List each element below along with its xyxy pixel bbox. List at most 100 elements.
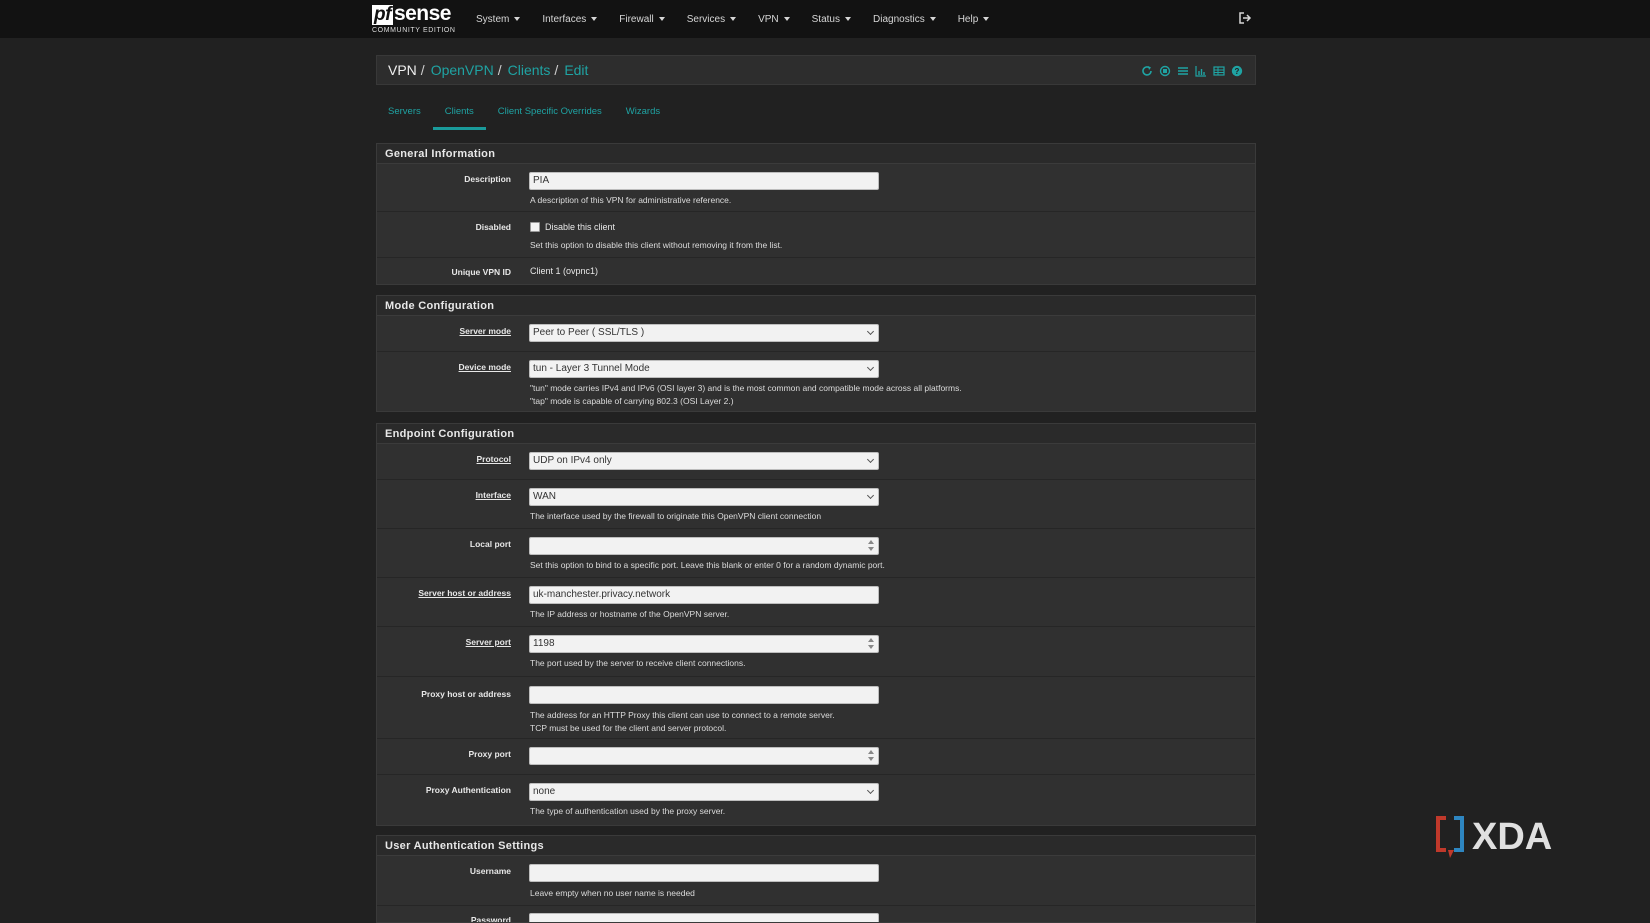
server-port-label[interactable]: Server port xyxy=(466,637,511,647)
device-mode-value: tun - Layer 3 Tunnel Mode xyxy=(533,363,650,374)
server-host-value: uk-manchester.privacy.network xyxy=(533,589,671,600)
menu-label: Services xyxy=(686,13,726,25)
disabled-row: Disabled Disable this client Set this op… xyxy=(377,212,1255,258)
spinner-arrows-icon[interactable] xyxy=(868,540,874,552)
description-help: A description of this VPN for administra… xyxy=(530,195,732,205)
general-information-panel: General Information Description PIA A de… xyxy=(376,143,1256,285)
menu-status[interactable]: Status xyxy=(812,14,851,25)
protocol-label[interactable]: Protocol xyxy=(477,454,511,464)
description-input[interactable]: PIA xyxy=(529,172,879,190)
password-input[interactable] xyxy=(529,913,879,922)
watermark-text: XDA xyxy=(1472,816,1552,858)
proxy-auth-row: Proxy Authentication none The type of au… xyxy=(377,775,1255,825)
device-mode-help-2: "tap" mode is capable of carrying 802.3 … xyxy=(530,396,734,406)
tab-wizards[interactable]: Wizards xyxy=(614,100,672,130)
disable-client-checkbox-wrap[interactable]: Disable this client xyxy=(530,222,615,232)
stop-circle-icon[interactable] xyxy=(1159,64,1171,77)
caret-down-icon xyxy=(929,17,936,21)
proxy-host-input[interactable] xyxy=(529,686,879,704)
server-host-label[interactable]: Server host or address xyxy=(418,588,511,598)
menu-firewall[interactable]: Firewall xyxy=(619,13,665,25)
caret-down-icon xyxy=(591,17,598,21)
server-host-input[interactable]: uk-manchester.privacy.network xyxy=(529,586,879,604)
interface-help: The interface used by the firewall to or… xyxy=(530,511,822,521)
pfsense-logo[interactable]: pf sense COMMUNITY EDITION xyxy=(372,2,456,36)
endpoint-configuration-panel: Endpoint Configuration Protocol UDP on I… xyxy=(376,423,1256,826)
disabled-help: Set this option to disable this client w… xyxy=(530,240,783,250)
spinner-arrows-icon[interactable] xyxy=(868,750,874,762)
help-icon[interactable]: ? xyxy=(1231,64,1243,77)
caret-down-icon xyxy=(730,17,737,21)
proxy-port-input[interactable] xyxy=(529,747,879,765)
menu-services[interactable]: Services xyxy=(686,13,737,25)
caret-down-icon xyxy=(658,17,665,21)
main-menu: System Interfaces Firewall Services VPN … xyxy=(476,0,1011,38)
server-mode-select[interactable]: Peer to Peer ( SSL/TLS ) xyxy=(529,324,879,342)
device-mode-label[interactable]: Device mode xyxy=(459,362,511,372)
menu-diagnostics[interactable]: Diagnostics xyxy=(873,14,936,25)
device-mode-help-1: "tun" mode carries IPv4 and IPv6 (OSI la… xyxy=(530,383,962,393)
breadcrumb-openvpn[interactable]: OpenVPN xyxy=(431,62,494,78)
password-row: Password xyxy=(377,906,1255,922)
menu-vpn[interactable]: VPN xyxy=(758,14,790,25)
tab-servers[interactable]: Servers xyxy=(376,100,433,130)
server-host-help: The IP address or hostname of the OpenVP… xyxy=(530,609,730,619)
menu-label: VPN xyxy=(758,13,779,25)
spinner-arrows-icon[interactable] xyxy=(868,638,874,650)
server-mode-label[interactable]: Server mode xyxy=(460,326,512,336)
table-icon[interactable] xyxy=(1213,64,1225,76)
panel-title: General Information xyxy=(377,144,1255,164)
menu-label: Help xyxy=(957,13,979,25)
vpnid-value: Client 1 (ovpnc1) xyxy=(530,266,599,276)
breadcrumb-separator: / xyxy=(554,62,559,78)
proxy-host-help-1: The address for an HTTP Proxy this clien… xyxy=(530,710,835,720)
server-mode-value: Peer to Peer ( SSL/TLS ) xyxy=(533,327,645,338)
server-port-input[interactable]: 1198 xyxy=(529,635,879,653)
protocol-row: Protocol UDP on IPv4 only xyxy=(377,444,1255,480)
list-icon[interactable] xyxy=(1177,64,1189,76)
protocol-select[interactable]: UDP on IPv4 only xyxy=(529,452,879,470)
bar-chart-icon[interactable] xyxy=(1195,64,1207,77)
username-input[interactable] xyxy=(529,864,879,882)
menu-system[interactable]: System xyxy=(476,13,521,25)
proxy-auth-help: The type of authentication used by the p… xyxy=(530,806,726,816)
interface-label[interactable]: Interface xyxy=(476,490,511,500)
description-label: Description xyxy=(464,174,511,184)
reload-icon[interactable] xyxy=(1141,64,1153,76)
logout-icon[interactable] xyxy=(1239,12,1252,24)
interface-select[interactable]: WAN xyxy=(529,488,879,506)
panel-title: User Authentication Settings xyxy=(377,836,1255,856)
menu-label: Interfaces xyxy=(542,13,587,25)
panel-title: Endpoint Configuration xyxy=(377,424,1255,444)
device-mode-select[interactable]: tun - Layer 3 Tunnel Mode xyxy=(529,360,879,378)
server-mode-row: Server mode Peer to Peer ( SSL/TLS ) xyxy=(377,316,1255,352)
device-mode-row: Device mode tun - Layer 3 Tunnel Mode "t… xyxy=(377,352,1255,411)
mode-configuration-panel: Mode Configuration Server mode Peer to P… xyxy=(376,295,1256,412)
menu-label: System xyxy=(476,13,510,25)
tab-client-specific-overrides[interactable]: Client Specific Overrides xyxy=(486,100,614,130)
breadcrumb-edit[interactable]: Edit xyxy=(564,62,588,78)
local-port-input[interactable] xyxy=(529,537,879,555)
menu-interfaces[interactable]: Interfaces xyxy=(542,13,598,25)
proxy-auth-select[interactable]: none xyxy=(529,783,879,801)
svg-text:?: ? xyxy=(1235,67,1240,76)
protocol-value: UDP on IPv4 only xyxy=(533,455,612,466)
local-port-label: Local port xyxy=(469,539,511,549)
proxy-host-row: Proxy host or address The address for an… xyxy=(377,677,1255,739)
top-navbar: pf sense COMMUNITY EDITION System Interfa… xyxy=(0,0,1650,38)
tab-clients[interactable]: Clients xyxy=(432,100,486,130)
logo-sense: sense xyxy=(393,2,452,25)
disable-client-checkbox[interactable] xyxy=(530,222,540,232)
disable-client-label: Disable this client xyxy=(545,222,616,232)
menu-label: Diagnostics xyxy=(873,13,925,25)
menu-label: Status xyxy=(811,13,840,25)
server-host-row: Server host or address uk-manchester.pri… xyxy=(377,578,1255,627)
proxy-host-help-2: TCP must be used for the client and serv… xyxy=(530,723,727,733)
breadcrumb-clients[interactable]: Clients xyxy=(508,62,551,78)
proxy-host-label: Proxy host or address xyxy=(421,689,511,699)
proxy-port-label: Proxy port xyxy=(468,749,511,759)
menu-label: Firewall xyxy=(619,13,654,25)
server-port-help: The port used by the server to receive c… xyxy=(530,658,746,668)
menu-help[interactable]: Help xyxy=(958,14,990,25)
proxy-auth-value: none xyxy=(533,786,556,797)
